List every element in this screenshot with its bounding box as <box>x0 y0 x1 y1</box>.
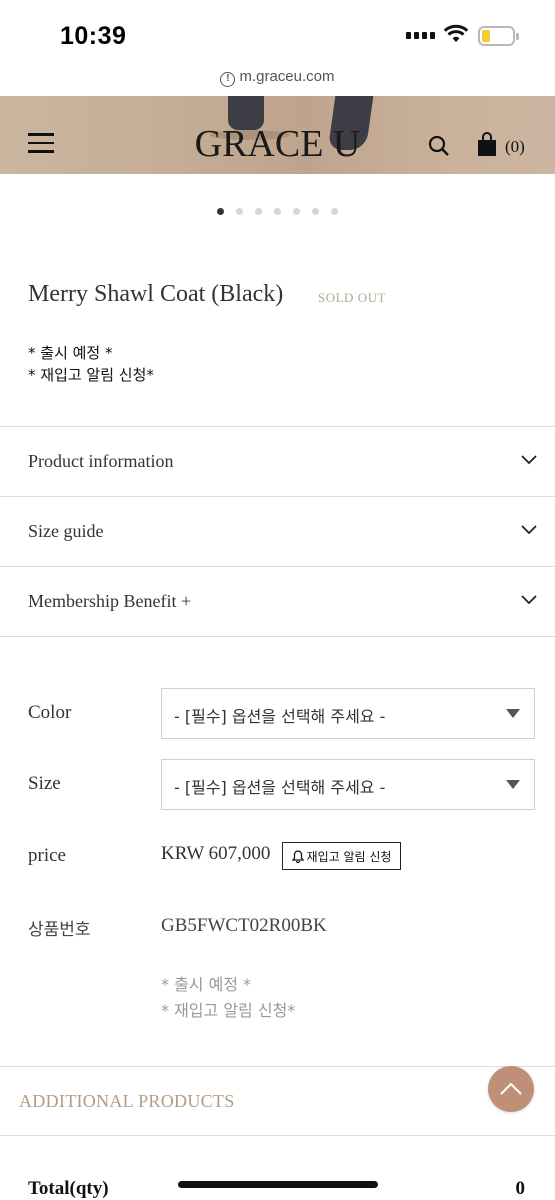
bell-icon <box>291 849 304 863</box>
dropdown-arrow-icon <box>506 709 520 718</box>
accordion-label: Size guide <box>28 521 104 541</box>
status-time: 10:39 <box>60 22 127 50</box>
product-notes: * 출시 예정 * * 재입고 알림 신청* <box>28 342 154 386</box>
cart-count[interactable]: (0) <box>505 137 525 157</box>
home-indicator[interactable] <box>178 1181 378 1188</box>
product-accordion: Product information Size guide Membershi… <box>0 426 555 637</box>
accordion-size-guide[interactable]: Size guide <box>0 497 555 567</box>
cellular-signal-icon <box>406 32 435 39</box>
product-title: Merry Shawl Coat (Black) <box>28 281 284 307</box>
accordion-label: Membership Benefit + <box>28 591 192 611</box>
price-label: price <box>28 845 66 866</box>
info-icon: ! <box>220 72 236 87</box>
url-text: m.graceu.com <box>239 68 335 85</box>
accordion-membership-benefit[interactable]: Membership Benefit + <box>0 567 555 637</box>
carousel-dot[interactable] <box>274 208 281 215</box>
chevron-up-icon <box>500 1083 522 1095</box>
carousel-dot[interactable] <box>312 208 319 215</box>
address-bar[interactable]: ! m.graceu.com <box>0 64 555 96</box>
total-qty-value: 0 <box>515 1178 526 1199</box>
carousel-dot[interactable] <box>293 208 300 215</box>
carousel-dot[interactable] <box>217 208 224 215</box>
note-line: * 재입고 알림 신청* <box>161 1001 296 1020</box>
search-icon[interactable] <box>428 135 450 157</box>
color-label: Color <box>28 702 72 723</box>
note-line: * 출시 예정 * <box>28 344 113 362</box>
carousel-indicator <box>217 208 338 215</box>
battery-icon <box>478 26 519 46</box>
size-select-value: - [필수] 옵션을 선택해 주세요 - <box>174 778 386 797</box>
additional-products-label: ADDITIONAL PRODUCTS <box>19 1091 235 1111</box>
carousel-dot[interactable] <box>255 208 262 215</box>
status-bar: 10:39 <box>0 0 555 64</box>
accordion-label: Product information <box>28 451 174 471</box>
carousel-dot[interactable] <box>236 208 243 215</box>
wifi-icon <box>443 24 469 42</box>
chevron-down-icon <box>521 455 537 465</box>
option-notes: * 출시 예정 * * 재입고 알림 신청* <box>161 972 295 1024</box>
product-code-label: 상품번호 <box>28 920 91 939</box>
restock-notify-button[interactable]: 재입고 알림 신청 <box>282 842 401 870</box>
price-value: KRW 607,000 <box>161 843 271 864</box>
brand-logo[interactable]: GRACE U <box>0 122 555 166</box>
note-line: * 출시 예정 * <box>161 975 252 994</box>
color-select-value: - [필수] 옵션을 선택해 주세요 - <box>174 707 386 726</box>
product-code-value: GB5FWCT02R00BK <box>161 915 327 936</box>
sold-out-badge: SOLD OUT <box>318 290 386 305</box>
chevron-down-icon <box>521 525 537 535</box>
chevron-down-icon <box>521 595 537 605</box>
carousel-dot[interactable] <box>331 208 338 215</box>
additional-products-section[interactable]: ADDITIONAL PRODUCTS <box>0 1066 555 1136</box>
shopping-bag-icon[interactable] <box>477 132 497 157</box>
size-label: Size <box>28 773 61 794</box>
dropdown-arrow-icon <box>506 780 520 789</box>
note-line: * 재입고 알림 신청* <box>28 366 154 384</box>
size-select[interactable]: - [필수] 옵션을 선택해 주세요 - <box>161 759 535 810</box>
scroll-to-top-button[interactable] <box>488 1066 534 1112</box>
total-qty-label: Total(qty) <box>28 1178 109 1199</box>
restock-button-label: 재입고 알림 신청 <box>306 849 392 864</box>
accordion-product-information[interactable]: Product information <box>0 427 555 497</box>
color-select[interactable]: - [필수] 옵션을 선택해 주세요 - <box>161 688 535 739</box>
